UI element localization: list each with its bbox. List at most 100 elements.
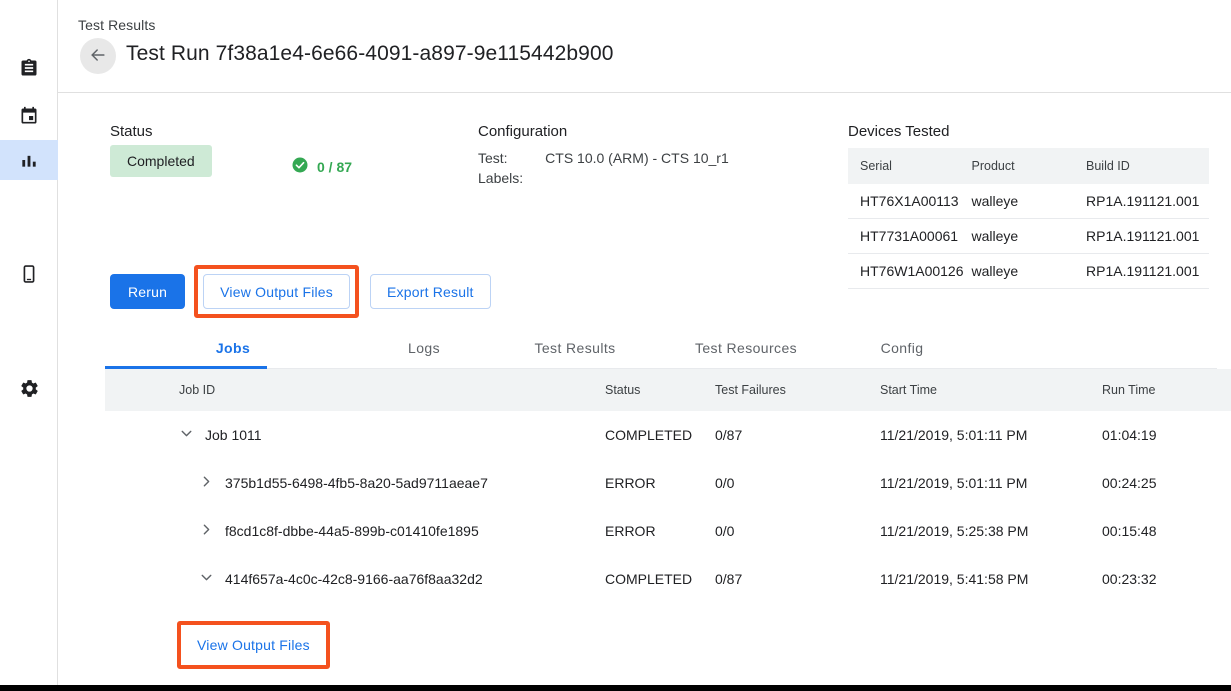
back-button[interactable] [80, 38, 116, 74]
job-start-time: 11/21/2019, 5:25:38 PM [880, 507, 1102, 555]
devices-table-header-row: Serial Product Build ID [848, 148, 1209, 184]
job-run-time: 00:24:25 [1102, 459, 1231, 507]
device-serial: HT76X1A00113 [848, 184, 972, 219]
bar-chart-icon [19, 150, 39, 170]
jobs-table: Job ID Status Test Failures Start Time R… [105, 369, 1231, 603]
devices-section-title: Devices Tested [848, 123, 949, 140]
jobs-col-start-time: Start Time [880, 369, 1102, 411]
job-id-cell: Job 1011 [105, 411, 605, 459]
sidebar-item-settings[interactable] [0, 368, 58, 408]
job-id-cell: 414f657a-4c0c-42c8-9166-aa76f8aa32d2 [105, 555, 605, 603]
device-serial: HT7731A00061 [848, 219, 972, 254]
tab-test-resources[interactable]: Test Resources [656, 328, 836, 369]
devices-col-product: Product [972, 148, 1086, 184]
job-run-time: 00:23:32 [1102, 555, 1231, 603]
bottom-bar [0, 685, 1231, 691]
config-key: Test: [478, 148, 545, 168]
job-status: COMPLETED [605, 411, 715, 459]
configuration-section-title: Configuration [478, 123, 567, 140]
sidebar-item-test-results[interactable] [0, 140, 58, 180]
job-test-failures: 0/0 [715, 459, 880, 507]
phone-icon [19, 264, 39, 284]
job-test-failures: 0/0 [715, 507, 880, 555]
config-row: Test: CTS 10.0 (ARM) - CTS 10_r1 [478, 148, 729, 168]
devices-table: Serial Product Build ID HT76X1A00113 wal… [848, 148, 1209, 289]
chevron-down-icon[interactable] [198, 569, 215, 589]
sidebar-item-schedules[interactable] [0, 96, 58, 136]
page-header: Test Results Test Run 7f38a1e4-6e66-4091… [58, 0, 1231, 93]
jobs-col-run-time: Run Time [1102, 369, 1231, 411]
jobs-table-header-row: Job ID Status Test Failures Start Time R… [105, 369, 1231, 411]
device-serial: HT76W1A00126 [848, 254, 972, 289]
job-status: ERROR [605, 459, 715, 507]
config-key: Labels: [478, 168, 545, 188]
table-row[interactable]: 375b1d55-6498-4fb5-8a20-5ad9711aeae7 ERR… [105, 459, 1231, 507]
job-test-failures: 0/87 [715, 555, 880, 603]
sidebar-item-devices[interactable] [0, 254, 58, 294]
configuration-body: Test: CTS 10.0 (ARM) - CTS 10_r1 Labels: [478, 148, 729, 188]
job-id-cell: 375b1d55-6498-4fb5-8a20-5ad9711aeae7 [105, 459, 605, 507]
device-product: walleye [972, 254, 1086, 289]
page-content: Status Completed 0 / 87 Rerun View Outpu… [58, 93, 1231, 685]
job-id-label: 414f657a-4c0c-42c8-9166-aa76f8aa32d2 [105, 571, 483, 587]
page-title: Test Run 7f38a1e4-6e66-4091-a897-9e11544… [126, 42, 614, 66]
pass-ratio-label: 0 / 87 [317, 159, 352, 175]
jobs-col-status: Status [605, 369, 715, 411]
job-id-label: 375b1d55-6498-4fb5-8a20-5ad9711aeae7 [105, 475, 488, 491]
device-build-id: RP1A.191121.001 [1086, 254, 1209, 289]
status-badge: Completed [110, 145, 212, 177]
devices-col-build-id: Build ID [1086, 148, 1209, 184]
tab-config[interactable]: Config [836, 328, 968, 369]
view-output-files-highlight: View Output Files [194, 265, 359, 318]
expanded-view-output-files-button[interactable]: View Output Files [185, 629, 322, 661]
status-section-title: Status [110, 123, 153, 140]
tab-bar: Jobs Logs Test Results Test Resources Co… [105, 328, 1217, 369]
job-run-time: 00:15:48 [1102, 507, 1231, 555]
sidebar-nav-rail [0, 0, 58, 685]
config-value: CTS 10.0 (ARM) - CTS 10_r1 [545, 148, 729, 168]
job-test-failures: 0/87 [715, 411, 880, 459]
chevron-right-icon[interactable] [198, 521, 215, 541]
rerun-button[interactable]: Rerun [110, 274, 185, 309]
view-output-files-button[interactable]: View Output Files [203, 274, 350, 309]
chevron-down-icon[interactable] [178, 425, 195, 445]
sidebar-item-test-suites[interactable] [0, 48, 58, 88]
check-circle-icon [291, 156, 309, 177]
table-row: HT7731A00061 walleye RP1A.191121.001 [848, 219, 1209, 254]
jobs-col-job-id: Job ID [105, 369, 605, 411]
table-row[interactable]: f8cd1c8f-dbbe-44a5-899b-c01410fe1895 ERR… [105, 507, 1231, 555]
device-product: walleye [972, 184, 1086, 219]
tab-jobs[interactable]: Jobs [152, 328, 314, 369]
job-status: COMPLETED [605, 555, 715, 603]
job-start-time: 11/21/2019, 5:01:11 PM [880, 411, 1102, 459]
export-result-button[interactable]: Export Result [370, 274, 491, 309]
gear-icon [19, 378, 40, 399]
table-row: HT76W1A00126 walleye RP1A.191121.001 [848, 254, 1209, 289]
chevron-right-icon[interactable] [198, 473, 215, 493]
job-run-time: 01:04:19 [1102, 411, 1231, 459]
table-row[interactable]: Job 1011 COMPLETED 0/87 11/21/2019, 5:01… [105, 411, 1231, 459]
devices-col-serial: Serial [848, 148, 972, 184]
config-row: Labels: [478, 168, 729, 188]
app-root: Test Results Test Run 7f38a1e4-6e66-4091… [0, 0, 1231, 691]
arrow-left-icon [88, 45, 108, 68]
jobs-col-test-failures: Test Failures [715, 369, 880, 411]
device-build-id: RP1A.191121.001 [1086, 184, 1209, 219]
calendar-icon [19, 106, 39, 126]
action-button-row: Rerun View Output Files Export Result [110, 265, 491, 318]
table-row[interactable]: 414f657a-4c0c-42c8-9166-aa76f8aa32d2 COM… [105, 555, 1231, 603]
config-value [545, 168, 729, 188]
tab-logs[interactable]: Logs [354, 328, 494, 369]
job-id-label: f8cd1c8f-dbbe-44a5-899b-c01410fe1895 [105, 523, 479, 539]
expanded-view-output-files-highlight: View Output Files [177, 621, 330, 669]
clipboard-icon [19, 58, 39, 78]
job-status: ERROR [605, 507, 715, 555]
breadcrumb: Test Results [78, 17, 155, 33]
tab-test-results[interactable]: Test Results [494, 328, 656, 369]
job-start-time: 11/21/2019, 5:41:58 PM [880, 555, 1102, 603]
device-build-id: RP1A.191121.001 [1086, 219, 1209, 254]
pass-ratio: 0 / 87 [291, 156, 352, 177]
device-product: walleye [972, 219, 1086, 254]
table-row: HT76X1A00113 walleye RP1A.191121.001 [848, 184, 1209, 219]
job-id-cell: f8cd1c8f-dbbe-44a5-899b-c01410fe1895 [105, 507, 605, 555]
